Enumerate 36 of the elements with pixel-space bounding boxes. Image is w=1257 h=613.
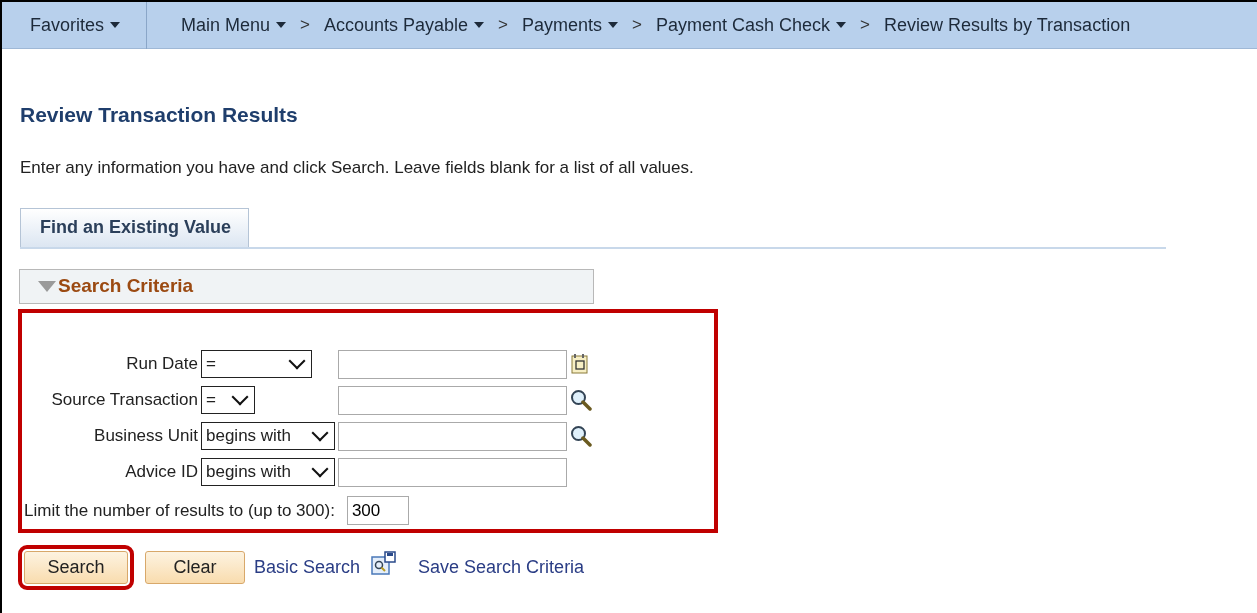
collapse-triangle-icon[interactable] (38, 281, 56, 292)
field-label: Run Date (125, 353, 198, 376)
breadcrumb-separator: > (632, 14, 643, 37)
nav-menu-item[interactable]: Main Menu (181, 11, 287, 39)
nav-menu-item[interactable]: Payments (522, 11, 619, 39)
limit-field[interactable]: 300 (346, 496, 409, 525)
field-label: Advice ID (124, 461, 198, 484)
breadcrumb-separator: > (300, 14, 310, 37)
breadcrumb-separator: > (860, 14, 871, 37)
nav-menu-item[interactable]: Payment Cash Check (656, 11, 847, 39)
nav-menu-item[interactable]: Accounts Payable (324, 11, 485, 39)
search-criteria-header[interactable]: Search Criteria (19, 269, 594, 304)
operator-dropdown[interactable]: begins with (201, 422, 335, 450)
page-title: Review Transaction Results (20, 102, 299, 128)
operator-dropdown[interactable]: = (201, 350, 312, 378)
text-field[interactable] (338, 421, 567, 451)
tab[interactable]: Find an Existing Value (20, 208, 250, 247)
search-icon[interactable] (570, 389, 592, 411)
link[interactable]: Save Search Criteria (418, 554, 585, 581)
nav-menu-item[interactable]: Favorites (30, 11, 121, 39)
operator-dropdown[interactable]: = (201, 386, 255, 414)
search-icon[interactable] (570, 425, 592, 447)
calendar-icon[interactable] (570, 353, 590, 375)
operator-dropdown[interactable]: begins with (201, 458, 335, 486)
instructions-text: Enter any information you have and click Search. Leave fields blank for a list of all values. (20, 156, 695, 179)
field-label: Source Transaction (50, 389, 198, 412)
text-field[interactable] (338, 349, 567, 379)
breadcrumb-separator: > (498, 14, 509, 37)
text-field[interactable] (338, 457, 567, 487)
clear-button[interactable]: Clear (145, 551, 245, 584)
text-field[interactable] (338, 385, 567, 415)
save-search-icon[interactable] (371, 550, 398, 577)
limit-label: Limit the number of results to (up to 300): (24, 499, 335, 522)
nav-menu-item[interactable]: Review Results by Transaction (884, 11, 1131, 39)
field-label: Business Unit (93, 425, 198, 448)
link[interactable]: Basic Search (254, 554, 361, 581)
